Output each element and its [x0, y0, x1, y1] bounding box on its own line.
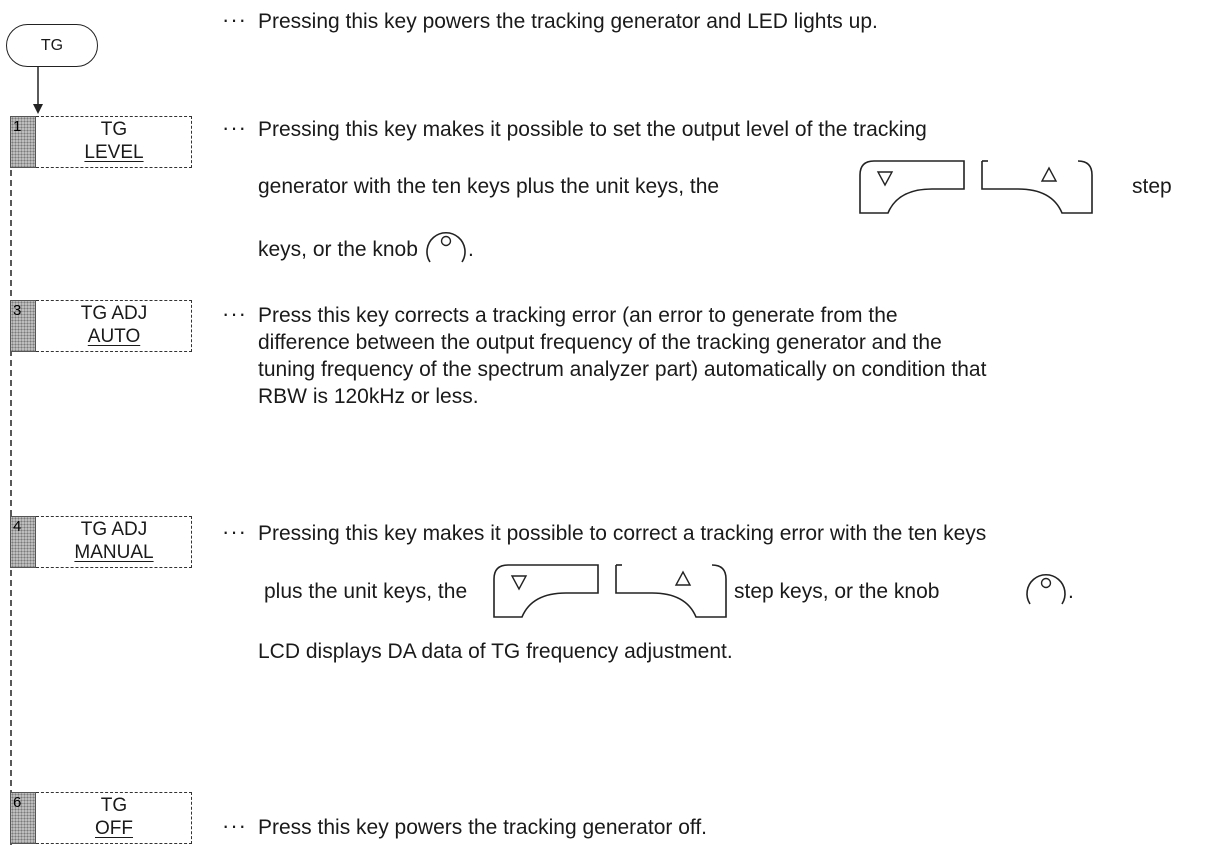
tg-off-desc-line1: Press this key powers the tracking gener…	[258, 816, 707, 839]
ellipsis: ···	[222, 301, 247, 326]
softkey-label-line2: LEVEL	[84, 142, 144, 163]
softkey-number: 1	[10, 116, 36, 168]
tg-adj-manual-desc-period: .	[1068, 580, 1074, 603]
softkey-number: 3	[10, 300, 36, 352]
tg-adj-auto-desc-line3: tuning frequency of the spectrum analyze…	[258, 358, 987, 381]
softkey-number: 6	[10, 792, 36, 844]
softkey-tg-off[interactable]: 6 TG OFF	[10, 792, 194, 844]
knob-icon	[1026, 574, 1066, 605]
softkey-tg-level[interactable]: 1 TG LEVEL	[10, 116, 194, 168]
softkey-label-line2: AUTO	[87, 326, 141, 347]
tg-level-desc-line2: generator with the ten keys plus the uni…	[258, 175, 720, 198]
tg-adj-auto-desc-line1: Press this key corrects a tracking error…	[258, 304, 898, 327]
tg-adj-manual-desc-line2: plus the unit keys, the	[264, 580, 468, 603]
ellipsis: ···	[222, 519, 247, 544]
tg-level-desc-line1: Pressing this key makes it possible to s…	[258, 118, 927, 141]
softkey-label-line1: TG	[100, 795, 128, 816]
tg-level-desc-step: step	[1132, 175, 1172, 198]
softkey-label-line1: TG	[100, 119, 128, 140]
tg-level-desc-period: .	[468, 238, 474, 261]
tg-level-desc-line3: keys, or the knob	[258, 238, 418, 261]
ellipsis: ···	[222, 7, 247, 32]
step-down-key-icon	[859, 160, 965, 214]
tg-key-button[interactable]: TG	[6, 24, 98, 67]
softkey-label-line2: MANUAL	[74, 542, 154, 563]
ellipsis: ···	[222, 115, 247, 140]
ellipsis: ···	[222, 813, 247, 838]
tg-adj-manual-desc-line3: LCD displays DA data of TG frequency adj…	[258, 640, 733, 663]
tg-adj-auto-desc-line2: difference between the output frequency …	[258, 331, 942, 354]
step-up-key-icon	[981, 160, 1093, 214]
softkey-tg-adj-auto[interactable]: 3 TG ADJ AUTO	[10, 300, 194, 352]
tg-adj-manual-desc-step: step keys, or the knob	[734, 580, 940, 603]
step-up-key-icon	[615, 564, 727, 618]
softkey-label-line1: TG ADJ	[80, 519, 148, 540]
softkey-label-line1: TG ADJ	[80, 303, 148, 324]
softkey-number: 4	[10, 516, 36, 568]
tg-key-label: TG	[40, 36, 64, 54]
knob-icon	[426, 232, 466, 263]
tg-description: Pressing this key powers the tracking ge…	[258, 10, 878, 33]
softkey-tg-adj-manual[interactable]: 4 TG ADJ MANUAL	[10, 516, 194, 568]
step-down-key-icon	[493, 564, 599, 618]
tg-adj-manual-desc-line1: Pressing this key makes it possible to c…	[258, 522, 987, 545]
tg-adj-auto-desc-line4: RBW is 120kHz or less.	[258, 385, 479, 408]
softkey-label-line2: OFF	[95, 818, 133, 839]
